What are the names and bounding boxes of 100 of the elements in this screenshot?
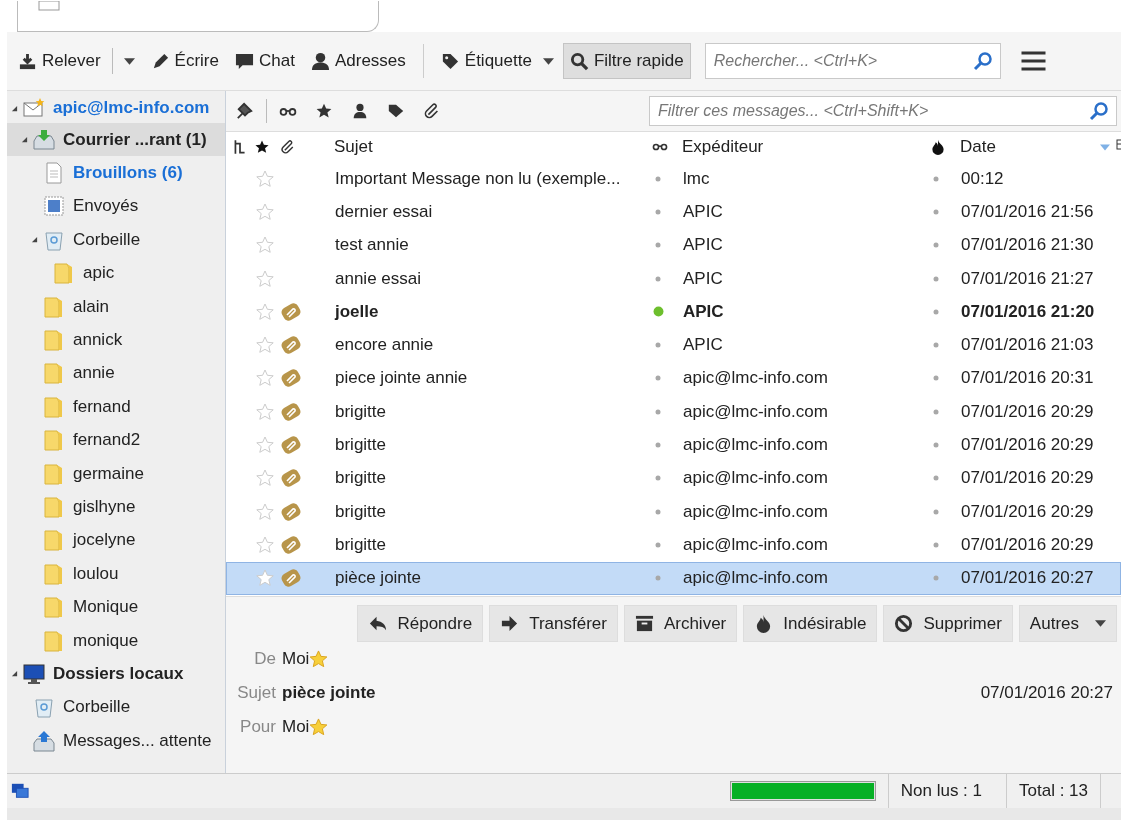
message-row[interactable]: brigitte apic@lmc-info.com 07/01/2016 20:29 (226, 528, 1121, 562)
expanded-triangle-icon[interactable] (20, 136, 28, 144)
quick-filter-button[interactable]: Filtre rapide (562, 43, 691, 79)
toolbar-button[interactable]: Chat (228, 43, 302, 79)
person-icon (310, 51, 330, 71)
star-icon[interactable] (309, 717, 329, 737)
paperclip-icon[interactable] (423, 102, 441, 120)
folder-item[interactable]: fernand2 (7, 423, 225, 457)
subject-cell-text: brigitte (335, 534, 388, 555)
star-icon[interactable] (255, 568, 275, 589)
menu-icon[interactable] (1020, 51, 1046, 71)
folder-item[interactable]: Corbeille (7, 690, 225, 725)
action-button[interactable]: Transférer (489, 605, 618, 642)
tab[interactable] (17, 1, 379, 32)
folder-icon (43, 529, 65, 552)
message-row[interactable]: pièce jointe apic@lmc-info.com 07/01/2016 20:27 (226, 561, 1121, 595)
folder-item[interactable]: jocelyne (7, 523, 225, 558)
star-icon[interactable] (255, 168, 275, 189)
star-icon[interactable] (255, 401, 275, 422)
star-icon[interactable] (255, 301, 275, 322)
toolbar-button[interactable]: Adresses (303, 43, 413, 79)
folder-item[interactable]: fernand (7, 390, 225, 424)
thread-icon[interactable] (232, 139, 248, 155)
expanded-triangle-icon[interactable] (30, 236, 38, 244)
toolbar-button[interactable]: Étiquette (433, 43, 561, 79)
paperclip-icon[interactable] (280, 139, 296, 155)
filter-field[interactable]: Filtrer ces messages... <Ctrl+Shift+K> (649, 96, 1117, 126)
star-icon[interactable] (255, 335, 275, 356)
read-dot-icon[interactable] (653, 440, 663, 450)
toolbar-button[interactable]: Relever (11, 43, 142, 79)
document-icon (43, 162, 65, 185)
folder-item[interactable]: Brouillons (6) (7, 156, 225, 190)
action-button[interactable]: Indésirable (743, 605, 878, 642)
folder-item[interactable]: annick (7, 323, 225, 357)
expanded-triangle-icon[interactable] (10, 104, 18, 112)
message-row[interactable]: Important Message non lu (exemple... lmc 00:12 (226, 162, 1121, 196)
folder-item[interactable]: gislhyne (7, 490, 225, 524)
star-icon[interactable] (315, 102, 333, 120)
subject-cell-text: dernier essai (335, 201, 434, 222)
sort-descending-icon[interactable] (1100, 143, 1110, 151)
subject-cell-text: brigitte (335, 435, 388, 455)
message-row[interactable]: brigitte apic@lmc-info.com 07/01/2016 20:29 (226, 395, 1121, 429)
folder-item[interactable]: Messages... attente (7, 724, 225, 758)
folder-item[interactable]: annie (7, 356, 225, 391)
star-icon[interactable] (255, 235, 275, 256)
dot-icon[interactable] (931, 440, 941, 450)
folder-item[interactable]: Corbeille (7, 223, 225, 257)
action-button[interactable]: Archiver (623, 605, 738, 642)
header-value[interactable]: Moi (282, 717, 310, 737)
inbox-icon (33, 128, 55, 151)
star-icon[interactable] (255, 368, 275, 389)
column-header[interactable]: Sujet (334, 137, 652, 157)
message-row[interactable]: annie essai APIC 07/01/2016 21:27 (226, 261, 1121, 296)
message-row[interactable]: encore annie APIC 07/01/2016 21:03 (226, 328, 1121, 362)
folder-item[interactable]: loulou (7, 557, 225, 591)
folder-item[interactable]: alain (7, 289, 225, 324)
forward-arrow-icon (500, 614, 520, 633)
star-icon[interactable] (255, 501, 275, 522)
message-row[interactable]: piece jointe annie apic@lmc-info.com 07/01/2016 20:31 (226, 361, 1121, 396)
flame-icon[interactable] (930, 139, 946, 155)
star-icon[interactable] (255, 435, 275, 455)
folder-item[interactable]: monique (7, 623, 225, 658)
pin-icon[interactable] (236, 102, 254, 120)
column-header[interactable]: Date (960, 137, 1100, 157)
header-value: pièce jointe (282, 683, 376, 703)
message-row[interactable]: dernier essai APIC 07/01/2016 21:56 (226, 195, 1121, 229)
person-icon[interactable] (351, 102, 369, 120)
date-cell-text: 07/01/2016 20:29 (961, 401, 1095, 422)
star-icon[interactable] (254, 139, 270, 155)
message-row[interactable]: brigitte apic@lmc-info.com 07/01/2016 20:29 (226, 428, 1121, 462)
message-row[interactable]: brigitte apic@lmc-info.com 07/01/2016 20:29 (226, 461, 1121, 495)
star-icon[interactable] (309, 649, 329, 669)
star-icon[interactable] (255, 201, 275, 222)
message-row[interactable]: joelle APIC 07/01/2016 21:20 (226, 295, 1121, 329)
toolbar-button[interactable]: Écrire (143, 43, 226, 79)
folder-item[interactable]: Dossiers locaux (7, 657, 225, 691)
folder-item[interactable]: Monique (7, 590, 225, 624)
date-cell-text: 07/01/2016 21:56 (961, 201, 1095, 222)
column-header[interactable]: Expéditeur (682, 137, 930, 157)
folder-item[interactable]: Envoyés (7, 189, 225, 224)
action-button[interactable]: Supprimer (883, 605, 1013, 642)
header-value[interactable]: Moi (282, 649, 310, 669)
trash-bin-icon (33, 696, 55, 719)
folder-item[interactable]: apic (7, 256, 225, 290)
star-icon[interactable] (255, 534, 275, 555)
folder-item[interactable]: Courrier ...rant (1) (7, 123, 225, 157)
unread-dot-icon[interactable] (653, 306, 664, 318)
folder-item[interactable]: apic@lmc-info.com (7, 93, 225, 123)
action-button[interactable]: Autres (1018, 605, 1117, 642)
tag-icon[interactable] (387, 102, 405, 120)
message-row[interactable]: brigitte apic@lmc-info.com 07/01/2016 20:29 (226, 494, 1121, 529)
search-field[interactable]: Rechercher... <Ctrl+K> (704, 43, 1001, 79)
star-icon[interactable] (255, 468, 275, 489)
message-row[interactable]: test annie APIC 07/01/2016 21:30 (226, 228, 1121, 262)
expanded-triangle-icon[interactable] (10, 670, 18, 678)
action-button[interactable]: Répondre (357, 605, 484, 642)
dropdown-caret-icon (123, 57, 135, 65)
folder-item[interactable]: germaine (7, 456, 225, 491)
star-icon[interactable] (255, 268, 275, 289)
date-cell-text: 07/01/2016 21:27 (961, 268, 1095, 289)
